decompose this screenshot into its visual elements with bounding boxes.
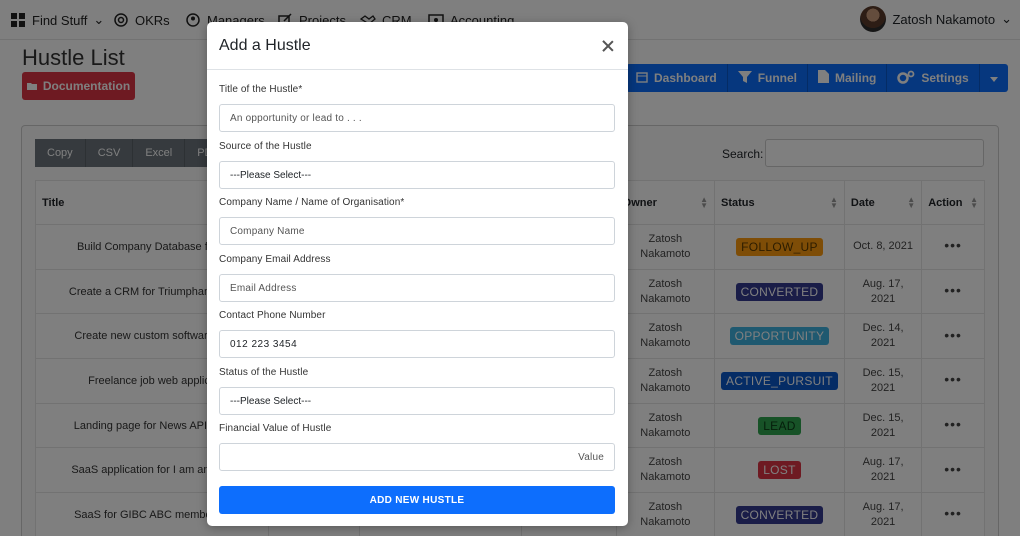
- hustle-title-input[interactable]: An opportunity or lead to . . .: [219, 104, 615, 132]
- hustle-title-field: Title of the Hustle* An opportunity or l…: [219, 84, 615, 132]
- add-hustle-modal: Add a Hustle Title of the Hustle* An opp…: [207, 22, 628, 526]
- hustle-source-field: Source of the Hustle ---Please Select---: [219, 141, 615, 189]
- financial-value-input[interactable]: Value: [219, 443, 615, 471]
- company-name-field: Company Name / Name of Organisation* Com…: [219, 197, 615, 245]
- modal-title: Add a Hustle: [219, 36, 311, 54]
- hustle-status-select[interactable]: ---Please Select---: [219, 387, 615, 415]
- placeholder: An opportunity or lead to . . .: [230, 112, 362, 124]
- select-value: ---Please Select---: [230, 169, 312, 181]
- contact-phone-field: Contact Phone Number 012 223 3454: [219, 310, 615, 358]
- contact-phone-input[interactable]: 012 223 3454: [219, 330, 615, 358]
- hustle-status-field: Status of the Hustle ---Please Select---: [219, 367, 615, 415]
- field-label: Contact Phone Number: [219, 310, 326, 321]
- placeholder: Company Name: [230, 225, 305, 237]
- field-label: Source of the Hustle: [219, 141, 312, 152]
- field-label: Company Name / Name of Organisation*: [219, 197, 405, 208]
- placeholder: Email Address: [230, 282, 297, 294]
- company-email-input[interactable]: Email Address: [219, 274, 615, 302]
- close-icon[interactable]: [600, 38, 616, 54]
- company-email-field: Company Email Address Email Address: [219, 254, 615, 302]
- field-label: Title of the Hustle*: [219, 84, 303, 95]
- field-label: Status of the Hustle: [219, 367, 309, 378]
- add-hustle-button[interactable]: ADD NEW HUSTLE: [219, 486, 615, 514]
- modal-header: Add a Hustle: [207, 22, 628, 70]
- placeholder: Value: [578, 451, 604, 463]
- input-value: 012 223 3454: [230, 338, 298, 350]
- hustle-source-select[interactable]: ---Please Select---: [219, 161, 615, 189]
- company-name-input[interactable]: Company Name: [219, 217, 615, 245]
- select-value: ---Please Select---: [230, 395, 312, 407]
- field-label: Company Email Address: [219, 254, 331, 265]
- financial-value-field: Financial Value of Hustle Value: [219, 423, 615, 471]
- field-label: Financial Value of Hustle: [219, 423, 332, 434]
